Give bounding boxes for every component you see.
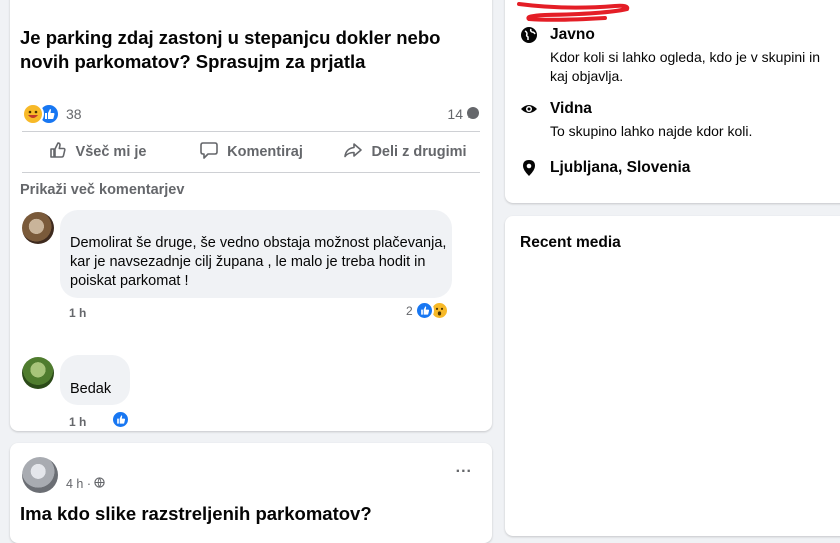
comment-reaction-count: 2 [406,303,413,318]
comment-label: Komentiraj [227,144,303,160]
comment-text: Bedak [70,381,112,397]
about-item-visibility: Vidna To skupino lahko najde kdor koli. [520,100,752,141]
like-reaction-icon [414,301,434,320]
eye-icon [520,100,538,141]
comment-time[interactable]: 1 h [69,306,86,320]
comment-reactions[interactable]: 2 [406,301,449,320]
more-options-button[interactable]: ... [456,459,472,477]
post-actions: Všeč mi je Komentiraj Deli z drugimi [20,132,482,172]
comment-icon [199,140,219,164]
comment-time[interactable]: 1 h [69,415,86,429]
commenter-avatar[interactable] [22,212,54,244]
share-button[interactable]: Deli z drugimi [328,132,482,172]
share-arrow-icon [343,140,363,164]
comment-bubble: Demolirat še druge, še vedno obstaja mož… [60,210,452,298]
about-item-description: To skupino lahko najde kdor koli. [550,123,753,139]
comment-text: Demolirat še druge, še vedno obstaja mož… [70,235,447,289]
like-reaction-icon[interactable] [111,410,130,429]
annotation-scribble [517,2,630,22]
post-card: Je parking zdaj zastonj u stepanjcu dokl… [10,0,492,431]
like-button[interactable]: Všeč mi je [20,132,174,172]
globe-icon [520,26,538,86]
haha-reaction-icon [22,103,44,125]
comment-count[interactable]: 14 [447,104,480,124]
location-pin-icon [520,159,538,182]
post-title: Je parking zdaj zastonj u stepanjcu dokl… [20,27,441,72]
globe-icon [94,477,105,491]
about-item-privacy: Javno Kdor koli si lahko ogleda, kdo je … [520,26,840,86]
reaction-summary[interactable]: 38 [22,103,82,125]
post-meta: 4 h · [66,477,105,491]
post-time[interactable]: 4 h · [66,477,91,491]
divider [22,172,480,173]
post-title: Ima kdo slike razstreljenih parkomatov? [20,503,372,524]
comment-count-number: 14 [447,106,463,122]
post-card: 4 h · ... Ima kdo slike razstreljenih pa… [10,443,492,543]
view-more-comments-link[interactable]: Prikaži več komentarjev [20,182,184,198]
group-about-card: Javno Kdor koli si lahko ogleda, kdo je … [505,0,840,203]
about-item-location: Ljubljana, Slovenia [520,159,690,182]
comment-bubble-icon [466,106,480,123]
recent-media-card: Recent media [505,216,840,536]
thumbs-up-icon [48,140,68,164]
about-item-title: Vidna [550,100,592,117]
commenter-avatar[interactable] [22,357,54,389]
location-link[interactable]: Ljubljana, Slovenia [550,159,690,182]
share-label: Deli z drugimi [371,144,467,160]
comment-button[interactable]: Komentiraj [174,132,328,172]
like-label: Všeč mi je [75,144,147,160]
reaction-count: 38 [66,106,82,122]
about-item-title: Javno [550,26,595,43]
about-item-description: Kdor koli si lahko ogleda, kdo je v skup… [550,49,821,84]
comment-bubble: Bedak [60,355,130,405]
recent-media-title: Recent media [520,234,621,251]
poster-avatar[interactable] [22,457,58,493]
